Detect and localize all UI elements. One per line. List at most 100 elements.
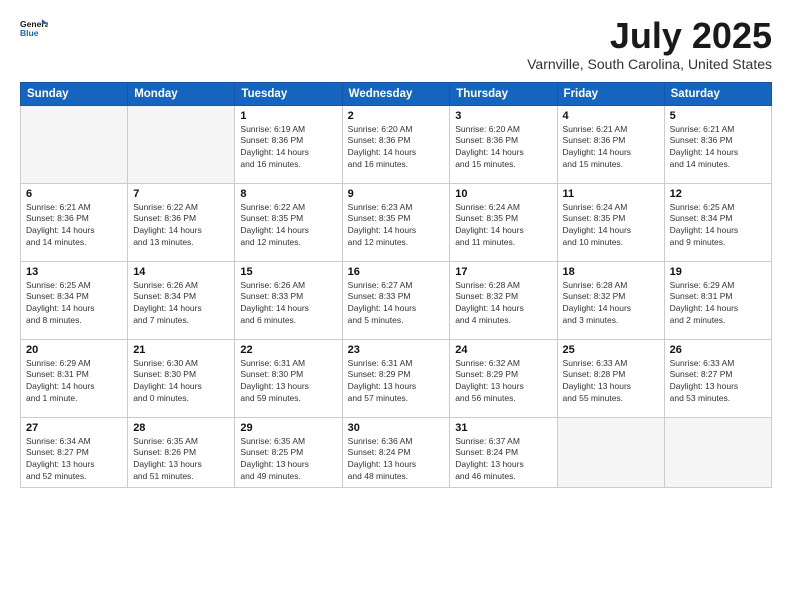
table-row: 31 Sunrise: 6:37 AM Sunset: 8:24 PM Dayli… — [450, 417, 557, 488]
day-info: Sunrise: 6:29 AM Sunset: 8:31 PM Dayligh… — [26, 358, 122, 406]
day-info: Sunrise: 6:35 AM Sunset: 8:25 PM Dayligh… — [240, 436, 336, 484]
table-row: 12 Sunrise: 6:25 AM Sunset: 8:34 PM Dayli… — [664, 183, 771, 261]
table-row: 6 Sunrise: 6:21 AM Sunset: 8:36 PM Daylig… — [21, 183, 128, 261]
calendar-table: Sunday Monday Tuesday Wednesday Thursday… — [20, 82, 772, 489]
svg-text:Blue: Blue — [20, 28, 39, 38]
day-number: 16 — [348, 266, 445, 278]
col-thursday: Thursday — [450, 82, 557, 105]
table-row: 9 Sunrise: 6:23 AM Sunset: 8:35 PM Daylig… — [342, 183, 450, 261]
day-info: Sunrise: 6:28 AM Sunset: 8:32 PM Dayligh… — [455, 280, 551, 328]
day-info: Sunrise: 6:33 AM Sunset: 8:28 PM Dayligh… — [563, 358, 659, 406]
table-row: 10 Sunrise: 6:24 AM Sunset: 8:35 PM Dayli… — [450, 183, 557, 261]
header: General Blue July 2025 Varnville, South … — [20, 16, 772, 72]
col-tuesday: Tuesday — [235, 82, 342, 105]
day-number: 17 — [455, 266, 551, 278]
title-block: July 2025 Varnville, South Carolina, Uni… — [527, 16, 772, 72]
calendar-header-row: Sunday Monday Tuesday Wednesday Thursday… — [21, 82, 772, 105]
table-row — [21, 105, 128, 183]
table-row: 7 Sunrise: 6:22 AM Sunset: 8:36 PM Daylig… — [128, 183, 235, 261]
day-number: 1 — [240, 110, 336, 122]
day-info: Sunrise: 6:28 AM Sunset: 8:32 PM Dayligh… — [563, 280, 659, 328]
day-info: Sunrise: 6:29 AM Sunset: 8:31 PM Dayligh… — [670, 280, 766, 328]
table-row — [557, 417, 664, 488]
col-monday: Monday — [128, 82, 235, 105]
day-info: Sunrise: 6:20 AM Sunset: 8:36 PM Dayligh… — [348, 124, 445, 172]
day-number: 8 — [240, 188, 336, 200]
table-row — [128, 105, 235, 183]
day-info: Sunrise: 6:23 AM Sunset: 8:35 PM Dayligh… — [348, 202, 445, 250]
table-row: 5Sunrise: 6:21 AM Sunset: 8:36 PM Daylig… — [664, 105, 771, 183]
table-row: 11 Sunrise: 6:24 AM Sunset: 8:35 PM Dayli… — [557, 183, 664, 261]
table-row: 23Sunrise: 6:31 AM Sunset: 8:29 PM Dayli… — [342, 339, 450, 417]
day-info: Sunrise: 6:22 AM Sunset: 8:36 PM Dayligh… — [133, 202, 229, 250]
day-number: 9 — [348, 188, 445, 200]
day-number: 22 — [240, 344, 336, 356]
table-row: 19 Sunrise: 6:29 AM Sunset: 8:31 PM Dayli… — [664, 261, 771, 339]
day-info: Sunrise: 6:26 AM Sunset: 8:33 PM Dayligh… — [240, 280, 336, 328]
day-info: Sunrise: 6:31 AM Sunset: 8:30 PM Dayligh… — [240, 358, 336, 406]
table-row: 2Sunrise: 6:20 AM Sunset: 8:36 PM Daylig… — [342, 105, 450, 183]
calendar-page: General Blue July 2025 Varnville, South … — [0, 0, 792, 612]
day-number: 7 — [133, 188, 229, 200]
day-info: Sunrise: 6:37 AM Sunset: 8:24 PM Dayligh… — [455, 436, 551, 484]
table-row: 3 Sunrise: 6:20 AM Sunset: 8:36 PM Daylig… — [450, 105, 557, 183]
day-number: 28 — [133, 422, 229, 434]
day-number: 15 — [240, 266, 336, 278]
day-number: 10 — [455, 188, 551, 200]
day-number: 30 — [348, 422, 445, 434]
day-number: 13 — [26, 266, 122, 278]
col-friday: Friday — [557, 82, 664, 105]
day-number: 31 — [455, 422, 551, 434]
day-info: Sunrise: 6:22 AM Sunset: 8:35 PM Dayligh… — [240, 202, 336, 250]
day-info: Sunrise: 6:21 AM Sunset: 8:36 PM Dayligh… — [26, 202, 122, 250]
table-row: 16 Sunrise: 6:27 AM Sunset: 8:33 PM Dayli… — [342, 261, 450, 339]
table-row — [664, 417, 771, 488]
day-info: Sunrise: 6:34 AM Sunset: 8:27 PM Dayligh… — [26, 436, 122, 484]
day-number: 20 — [26, 344, 122, 356]
day-info: Sunrise: 6:21 AM Sunset: 8:36 PM Dayligh… — [563, 124, 659, 172]
day-info: Sunrise: 6:25 AM Sunset: 8:34 PM Dayligh… — [26, 280, 122, 328]
day-info: Sunrise: 6:36 AM Sunset: 8:24 PM Dayligh… — [348, 436, 445, 484]
day-number: 23 — [348, 344, 445, 356]
svg-text:General: General — [20, 19, 48, 29]
logo: General Blue — [20, 16, 48, 44]
table-row: 26Sunrise: 6:33 AM Sunset: 8:27 PM Dayli… — [664, 339, 771, 417]
location-title: Varnville, South Carolina, United States — [527, 56, 772, 72]
table-row: 21Sunrise: 6:30 AM Sunset: 8:30 PM Dayli… — [128, 339, 235, 417]
day-info: Sunrise: 6:27 AM Sunset: 8:33 PM Dayligh… — [348, 280, 445, 328]
table-row: 20 Sunrise: 6:29 AM Sunset: 8:31 PM Dayli… — [21, 339, 128, 417]
table-row: 14 Sunrise: 6:26 AM Sunset: 8:34 PM Dayli… — [128, 261, 235, 339]
day-info: Sunrise: 6:25 AM Sunset: 8:34 PM Dayligh… — [670, 202, 766, 250]
col-wednesday: Wednesday — [342, 82, 450, 105]
day-number: 5 — [670, 110, 766, 122]
day-info: Sunrise: 6:24 AM Sunset: 8:35 PM Dayligh… — [563, 202, 659, 250]
day-number: 12 — [670, 188, 766, 200]
day-number: 6 — [26, 188, 122, 200]
table-row: 24 Sunrise: 6:32 AM Sunset: 8:29 PM Dayli… — [450, 339, 557, 417]
day-number: 27 — [26, 422, 122, 434]
day-info: Sunrise: 6:20 AM Sunset: 8:36 PM Dayligh… — [455, 124, 551, 172]
day-number: 11 — [563, 188, 659, 200]
table-row: 17 Sunrise: 6:28 AM Sunset: 8:32 PM Dayli… — [450, 261, 557, 339]
table-row: 15 Sunrise: 6:26 AM Sunset: 8:33 PM Dayli… — [235, 261, 342, 339]
col-saturday: Saturday — [664, 82, 771, 105]
day-info: Sunrise: 6:24 AM Sunset: 8:35 PM Dayligh… — [455, 202, 551, 250]
table-row: 30 Sunrise: 6:36 AM Sunset: 8:24 PM Dayli… — [342, 417, 450, 488]
day-info: Sunrise: 6:35 AM Sunset: 8:26 PM Dayligh… — [133, 436, 229, 484]
day-number: 14 — [133, 266, 229, 278]
table-row: 28 Sunrise: 6:35 AM Sunset: 8:26 PM Dayli… — [128, 417, 235, 488]
logo-icon: General Blue — [20, 16, 48, 44]
day-info: Sunrise: 6:32 AM Sunset: 8:29 PM Dayligh… — [455, 358, 551, 406]
day-number: 3 — [455, 110, 551, 122]
day-number: 24 — [455, 344, 551, 356]
day-number: 29 — [240, 422, 336, 434]
day-number: 19 — [670, 266, 766, 278]
day-number: 21 — [133, 344, 229, 356]
day-info: Sunrise: 6:26 AM Sunset: 8:34 PM Dayligh… — [133, 280, 229, 328]
col-sunday: Sunday — [21, 82, 128, 105]
table-row: 25Sunrise: 6:33 AM Sunset: 8:28 PM Dayli… — [557, 339, 664, 417]
month-title: July 2025 — [527, 16, 772, 56]
day-number: 4 — [563, 110, 659, 122]
table-row: 4 Sunrise: 6:21 AM Sunset: 8:36 PM Daylig… — [557, 105, 664, 183]
table-row: 29 Sunrise: 6:35 AM Sunset: 8:25 PM Dayli… — [235, 417, 342, 488]
